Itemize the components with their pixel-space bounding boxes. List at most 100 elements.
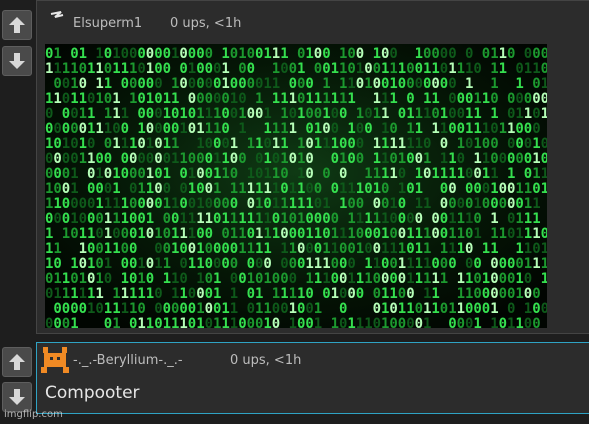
svg-text:0: 0 <box>524 91 532 107</box>
svg-text:0: 0 <box>289 211 297 227</box>
svg-text:1: 1 <box>406 106 414 122</box>
svg-text:1: 1 <box>381 91 389 107</box>
svg-text:1: 1 <box>280 121 288 137</box>
svg-text:0: 0 <box>280 166 288 182</box>
svg-text:0: 0 <box>305 211 313 227</box>
svg-text:0: 0 <box>490 91 498 107</box>
svg-text:1: 1 <box>322 136 330 152</box>
svg-text:1: 1 <box>473 316 481 328</box>
arrow-up-icon <box>9 354 25 370</box>
svg-text:1: 1 <box>440 121 448 137</box>
svg-text:1: 1 <box>515 271 523 287</box>
svg-text:1: 1 <box>230 301 238 317</box>
svg-text:1: 1 <box>45 136 53 152</box>
svg-text:1: 1 <box>221 166 229 182</box>
svg-text:0: 0 <box>465 241 473 257</box>
svg-text:0: 0 <box>347 136 355 152</box>
svg-text:0: 0 <box>331 181 339 197</box>
svg-text:0: 0 <box>171 121 179 137</box>
svg-text:1: 1 <box>339 61 347 77</box>
svg-text:1: 1 <box>507 166 515 182</box>
svg-text:1: 1 <box>415 271 423 287</box>
svg-text:1: 1 <box>381 61 389 77</box>
svg-text:1: 1 <box>314 316 322 328</box>
svg-text:0: 0 <box>431 256 439 272</box>
svg-text:1: 1 <box>238 106 246 122</box>
svg-text:1: 1 <box>541 106 547 122</box>
svg-text:1: 1 <box>305 271 313 287</box>
matrix-binary-code-image[interactable]: 0101101000000100001010011101001001001000… <box>45 44 547 328</box>
svg-text:0: 0 <box>431 46 439 62</box>
svg-text:0: 0 <box>45 316 53 328</box>
svg-text:0: 0 <box>196 226 204 242</box>
svg-text:0: 0 <box>188 316 196 328</box>
svg-text:0: 0 <box>440 301 448 317</box>
svg-text:0: 0 <box>104 316 112 328</box>
svg-text:0: 0 <box>532 76 540 92</box>
svg-text:1: 1 <box>297 286 305 302</box>
svg-text:1: 1 <box>121 301 129 317</box>
svg-text:1: 1 <box>196 121 204 137</box>
downvote-button[interactable] <box>2 46 32 76</box>
upvote-button[interactable] <box>2 10 32 40</box>
svg-text:0: 0 <box>406 151 414 167</box>
svg-text:1: 1 <box>112 46 120 62</box>
svg-text:0: 0 <box>389 121 397 137</box>
username[interactable]: Elsuperm1 <box>73 16 142 31</box>
svg-text:0: 0 <box>221 196 229 212</box>
svg-text:0: 0 <box>87 241 95 257</box>
svg-text:1: 1 <box>70 256 78 272</box>
svg-text:0: 0 <box>112 226 120 242</box>
svg-text:1: 1 <box>289 301 297 317</box>
svg-text:1: 1 <box>104 76 112 92</box>
svg-text:1: 1 <box>196 316 204 328</box>
svg-text:1: 1 <box>339 181 347 197</box>
svg-text:1: 1 <box>389 166 397 182</box>
svg-text:0: 0 <box>322 166 330 182</box>
svg-text:0: 0 <box>305 166 313 182</box>
svg-text:1: 1 <box>431 166 439 182</box>
svg-text:0: 0 <box>104 181 112 197</box>
svg-text:1: 1 <box>95 61 103 77</box>
svg-text:0: 0 <box>45 211 53 227</box>
svg-text:0: 0 <box>305 76 313 92</box>
svg-text:0: 0 <box>398 211 406 227</box>
svg-text:0: 0 <box>45 286 53 302</box>
svg-text:0: 0 <box>499 256 507 272</box>
svg-text:1: 1 <box>314 271 322 287</box>
svg-text:0: 0 <box>297 241 305 257</box>
svg-text:1: 1 <box>457 301 465 317</box>
svg-text:0: 0 <box>129 256 137 272</box>
svg-text:1: 1 <box>163 91 171 107</box>
svg-text:1: 1 <box>280 241 288 257</box>
svg-text:0: 0 <box>171 106 179 122</box>
svg-text:1: 1 <box>457 211 465 227</box>
svg-text:1: 1 <box>515 106 523 122</box>
svg-text:0: 0 <box>423 166 431 182</box>
svg-text:0: 0 <box>154 241 162 257</box>
svg-text:0: 0 <box>154 166 162 182</box>
vote-column-comment-1 <box>0 0 34 80</box>
svg-text:1: 1 <box>137 181 145 197</box>
svg-text:1: 1 <box>263 121 271 137</box>
svg-text:1: 1 <box>314 256 322 272</box>
svg-text:1: 1 <box>515 181 523 197</box>
downvote-button[interactable] <box>2 382 32 412</box>
svg-text:0: 0 <box>247 286 255 302</box>
svg-text:0: 0 <box>137 106 145 122</box>
svg-text:1: 1 <box>230 211 238 227</box>
svg-text:1: 1 <box>448 151 456 167</box>
svg-text:1: 1 <box>457 286 465 302</box>
svg-text:1: 1 <box>53 271 61 287</box>
svg-text:1: 1 <box>171 241 179 257</box>
upvote-button[interactable] <box>2 347 32 377</box>
svg-text:0: 0 <box>263 136 271 152</box>
svg-text:1: 1 <box>339 46 347 62</box>
username[interactable]: -._.-Beryllium-._.- <box>73 353 183 368</box>
svg-text:1: 1 <box>146 316 154 328</box>
svg-text:0: 0 <box>507 286 515 302</box>
svg-text:1: 1 <box>280 91 288 107</box>
comment-stats: 0 ups, <1h <box>230 353 302 368</box>
svg-text:0: 0 <box>247 76 255 92</box>
svg-text:1: 1 <box>179 106 187 122</box>
